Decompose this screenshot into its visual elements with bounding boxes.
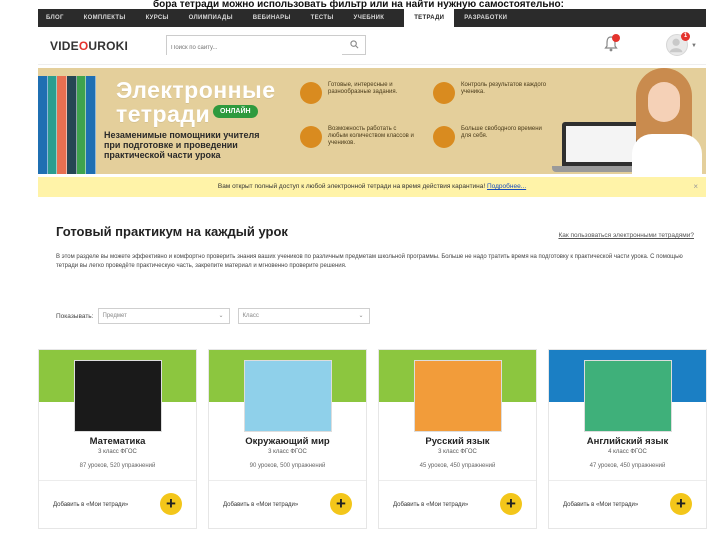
feature-classes: Возможность работать с любым количеством… bbox=[300, 126, 416, 148]
how-to-use-link[interactable]: Как пользоваться электронными тетрадями? bbox=[558, 232, 694, 239]
feature-tasks: Готовые, интересные и разнообразные зада… bbox=[300, 82, 416, 104]
banner-subtitle: Незаменимые помощники учителя при подгот… bbox=[104, 130, 260, 160]
avatar-badge: 1 bbox=[681, 32, 690, 41]
card-stats: 45 уроков, 450 упражнений bbox=[419, 463, 496, 469]
workbook-card[interactable]: Английский язык 4 класс ФГОС 47 уроков, 45… bbox=[548, 349, 707, 529]
site-header: VIDEOUROKI 1 ▼ bbox=[38, 27, 706, 65]
close-icon[interactable]: × bbox=[693, 177, 698, 197]
nav-item-8[interactable]: Разработки bbox=[464, 15, 507, 21]
filter-bar: Показывать: Предмет ⌄ Класс ⌄ bbox=[56, 308, 378, 324]
lightbulb-icon bbox=[300, 82, 322, 104]
user-avatar[interactable]: 1 bbox=[666, 32, 690, 56]
page-title: Готовый практикум на каждый урок bbox=[56, 224, 288, 239]
nav-item-4[interactable]: Вебинары bbox=[253, 15, 291, 21]
clipboard-icon bbox=[433, 82, 455, 104]
card-cover-image[interactable] bbox=[414, 360, 502, 432]
card-title[interactable]: Английский язык bbox=[549, 436, 706, 447]
book-spine bbox=[67, 76, 77, 174]
workbook-cards: Математика 3 класс ФГОС 87 уроков, 520 упр… bbox=[38, 349, 707, 529]
logo-text-o: O bbox=[78, 39, 89, 53]
logo-text-left: VIDE bbox=[50, 39, 79, 53]
chevron-down-icon: ⌄ bbox=[218, 313, 224, 319]
workbook-card[interactable]: Окружающий мир 3 класс ФГОС 90 уроков, 500… bbox=[208, 349, 367, 529]
coffee-cup-icon bbox=[433, 126, 455, 148]
card-grade: 3 класс ФГОС bbox=[98, 449, 137, 455]
top-navigation: Блог Комплекты Курсы Олимпиады Вебинары Тесты… bbox=[38, 9, 706, 27]
nav-item-1[interactable]: Комплекты bbox=[84, 15, 126, 21]
add-plus-icon[interactable]: + bbox=[670, 493, 692, 515]
subject-select[interactable]: Предмет ⌄ bbox=[97, 308, 230, 324]
search-box[interactable] bbox=[166, 35, 366, 57]
teacher-photo bbox=[628, 68, 706, 174]
card-stats: 90 уроков, 500 упражнений bbox=[249, 463, 326, 469]
card-grade: 4 класс ФГОС bbox=[608, 449, 647, 455]
add-plus-icon[interactable]: + bbox=[160, 493, 182, 515]
card-grade: 3 класс ФГОС bbox=[268, 449, 307, 455]
add-plus-icon[interactable]: + bbox=[330, 493, 352, 515]
add-to-my-workbooks-label[interactable]: Добавить в «Мои тетради» bbox=[53, 502, 128, 508]
add-to-my-workbooks-label[interactable]: Добавить в «Мои тетради» bbox=[563, 502, 638, 508]
notifications-bell-icon[interactable] bbox=[604, 34, 620, 52]
card-title[interactable]: Математика bbox=[39, 436, 196, 447]
notice-more-link[interactable]: Подробнее... bbox=[487, 183, 526, 190]
logo-text-right: UROKI bbox=[88, 39, 129, 53]
nav-item-3[interactable]: Олимпиады bbox=[189, 15, 233, 21]
workbook-card[interactable]: Русский язык 3 класс ФГОС 45 уроков, 450 у… bbox=[378, 349, 537, 529]
people-icon bbox=[300, 126, 322, 148]
nav-item-6[interactable]: Учебник bbox=[354, 15, 385, 21]
card-cover-image[interactable] bbox=[584, 360, 672, 432]
chevron-down-icon[interactable]: ▼ bbox=[691, 43, 697, 49]
card-divider bbox=[39, 480, 196, 481]
card-stats: 87 уроков, 520 упражнений bbox=[79, 463, 156, 469]
nav-item-2[interactable]: Курсы bbox=[146, 15, 169, 21]
card-cover-image[interactable] bbox=[74, 360, 162, 432]
practicum-section: Готовый практикум на каждый урок Как пол… bbox=[38, 200, 706, 340]
chevron-down-icon: ⌄ bbox=[358, 313, 364, 319]
book-spine bbox=[57, 76, 68, 174]
card-divider bbox=[209, 480, 366, 481]
nav-item-0[interactable]: Блог bbox=[46, 15, 64, 21]
search-input[interactable] bbox=[167, 39, 342, 57]
feature-time: Больше свободного времени для себя. bbox=[433, 126, 549, 148]
card-cover-image[interactable] bbox=[244, 360, 332, 432]
card-divider bbox=[379, 480, 536, 481]
grade-select[interactable]: Класс ⌄ bbox=[237, 308, 370, 324]
card-grade: 3 класс ФГОС bbox=[438, 449, 477, 455]
quarantine-notice: Вам открыт полный доступ к любой электро… bbox=[38, 177, 706, 197]
book-spine bbox=[47, 76, 58, 174]
filter-label: Показывать: bbox=[56, 312, 94, 320]
book-spine bbox=[76, 76, 87, 174]
card-stats: 47 уроков, 450 упражнений bbox=[589, 463, 666, 469]
search-icon[interactable] bbox=[350, 40, 359, 49]
books-illustration bbox=[38, 76, 97, 174]
banner-online-badge: онлайн bbox=[213, 105, 258, 118]
workbook-card[interactable]: Математика 3 класс ФГОС 87 уроков, 520 упр… bbox=[38, 349, 197, 529]
banner-title: Электронные тетради bbox=[116, 77, 276, 127]
nav-item-7[interactable]: Тетради bbox=[404, 9, 455, 27]
card-title[interactable]: Окружающий мир bbox=[209, 436, 366, 447]
nav-item-5[interactable]: Тесты bbox=[311, 15, 334, 21]
page-caption: бора тетради можно использовать фильтр и… bbox=[153, 0, 564, 9]
feature-control: Контроль результатов каждого ученика. bbox=[433, 82, 549, 104]
book-spine bbox=[86, 76, 97, 174]
notifications-badge bbox=[612, 34, 620, 42]
section-description: В этом разделе вы можете эффективно и ко… bbox=[56, 254, 683, 269]
card-divider bbox=[549, 480, 706, 481]
add-to-my-workbooks-label[interactable]: Добавить в «Мои тетради» bbox=[393, 502, 468, 508]
add-to-my-workbooks-label[interactable]: Добавить в «Мои тетради» bbox=[223, 502, 298, 508]
card-title[interactable]: Русский язык bbox=[379, 436, 536, 447]
add-plus-icon[interactable]: + bbox=[500, 493, 522, 515]
book-spine bbox=[38, 76, 48, 174]
promo-banner[interactable]: Электронные тетради онлайн Незаменимые по… bbox=[38, 68, 706, 174]
site-logo[interactable]: VIDEOUROKI bbox=[50, 39, 128, 53]
